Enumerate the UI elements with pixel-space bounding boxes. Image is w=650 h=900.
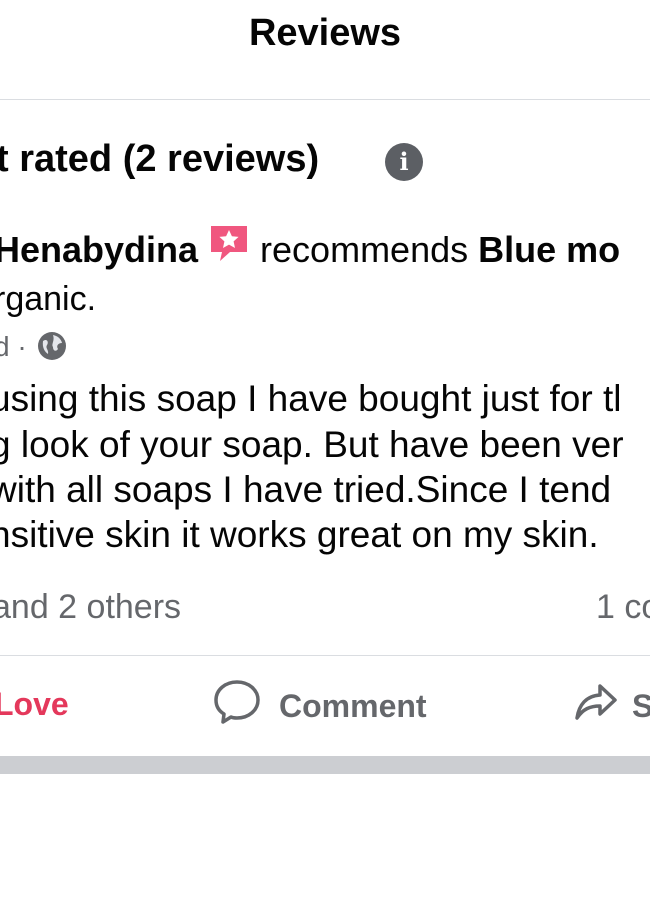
love-button[interactable]: Love: [0, 686, 69, 723]
comment-icon: [213, 679, 261, 733]
recommends-text: recommends: [260, 229, 469, 270]
recommend-badge-icon: [208, 224, 250, 273]
section-separator: [0, 756, 650, 774]
review-meta: d ·: [0, 330, 68, 369]
review-text-line: nsitive skin it works great on my skin.: [0, 514, 599, 555]
header-divider: [0, 99, 650, 100]
review-text-line: using this soap I have bought just for t…: [0, 378, 622, 419]
comment-label: Comment: [279, 687, 427, 724]
comment-count[interactable]: 1 co: [596, 588, 650, 627]
share-icon: [574, 683, 618, 729]
share-label: S: [632, 687, 650, 724]
actions-divider: [0, 655, 650, 656]
review-text-line: with all soaps I have tried.Since I tend: [0, 469, 612, 510]
globe-icon: [36, 330, 68, 369]
info-icon[interactable]: i: [385, 143, 423, 181]
share-button[interactable]: S: [574, 683, 650, 729]
comment-button[interactable]: Comment: [213, 680, 427, 729]
author-name[interactable]: Henabydina: [0, 229, 198, 270]
rating-heading: t rated (2 reviews): [0, 138, 320, 180]
review-time[interactable]: d ·: [0, 331, 27, 362]
product-name[interactable]: Blue mo: [478, 229, 620, 270]
page-title: Reviews: [248, 12, 402, 54]
review-text-line: g look of your soap. But have been ver: [0, 424, 624, 465]
review-header: Henabydina recommends Blue mo: [0, 224, 620, 273]
reactions-summary[interactable]: and 2 others: [0, 588, 181, 627]
product-name-line2: rganic.: [0, 280, 97, 318]
